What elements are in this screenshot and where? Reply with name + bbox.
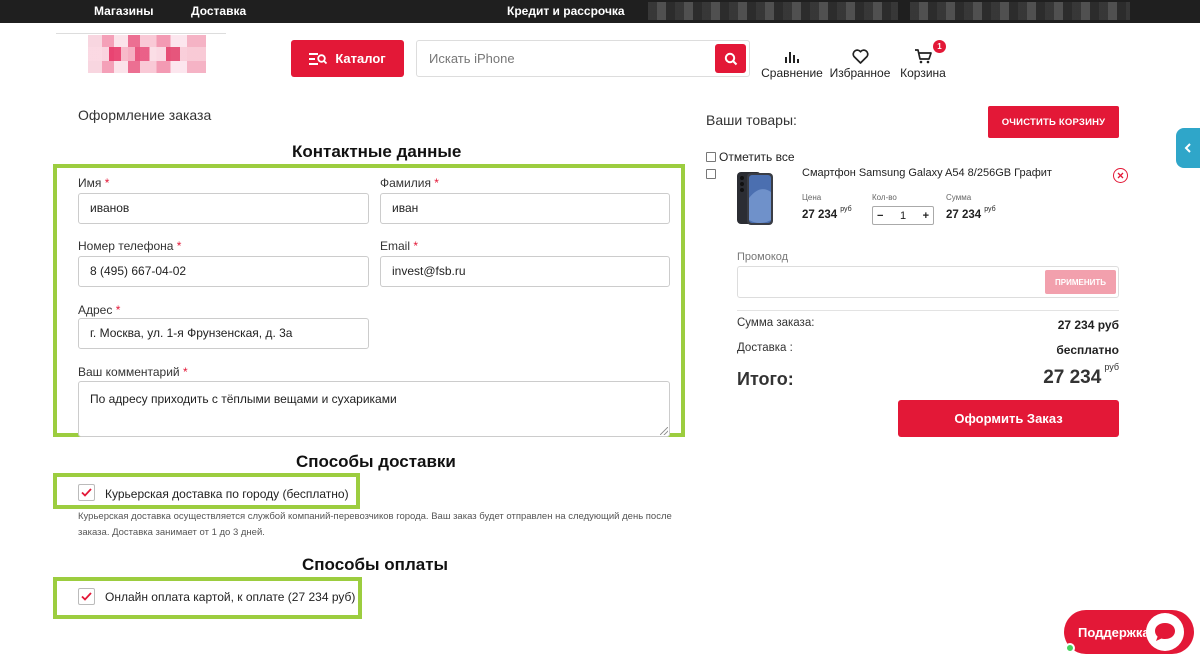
surname-field[interactable]: иван: [380, 193, 670, 224]
cart-link[interactable]: 1 Корзина: [898, 40, 948, 80]
promo-label: Промокод: [737, 251, 789, 263]
comment-text: По адресу приходить с тёплыми вещами и с…: [90, 392, 397, 406]
address-label: Адрес *: [78, 303, 121, 317]
order-sum-label: Сумма заказа:: [737, 317, 815, 329]
phone-label: Номер телефона *: [78, 239, 182, 253]
top-bar: Магазины Доставка Кредит и рассрочка: [0, 0, 1200, 23]
chevron-left-icon: [1184, 143, 1191, 153]
search-button[interactable]: [715, 44, 746, 73]
cart-title: Ваши товары:: [706, 112, 797, 128]
catalog-menu-icon: [309, 52, 328, 65]
compare-link[interactable]: Сравнение: [761, 46, 823, 80]
resize-handle-icon[interactable]: [660, 427, 668, 435]
compare-label: Сравнение: [761, 66, 823, 80]
delivery-cost-value: бесплатно: [1056, 343, 1119, 357]
cart-count-badge: 1: [933, 40, 946, 53]
support-label: Поддержка: [1078, 624, 1150, 640]
checkmark-icon: [81, 488, 92, 497]
checkout-button[interactable]: Оформить Заказ: [898, 400, 1119, 437]
increment-button[interactable]: +: [923, 210, 929, 222]
quantity-stepper: − 1 +: [872, 206, 934, 225]
page-title: Оформление заказа: [78, 107, 212, 123]
topbar-link-stores[interactable]: Магазины: [94, 4, 153, 18]
sum-value: 27 234 руб: [946, 206, 996, 221]
search-box: [416, 40, 750, 77]
delivery-cost-label: Доставка :: [737, 342, 793, 354]
select-all-checkbox[interactable]: [706, 152, 716, 162]
favorites-label: Избранное: [829, 66, 891, 80]
quantity-value[interactable]: 1: [900, 210, 906, 222]
checkmark-icon: [81, 592, 92, 601]
comment-textarea[interactable]: По адресу приходить с тёплыми вещами и с…: [78, 381, 670, 437]
price-value: 27 234 руб: [802, 206, 852, 221]
delivery-note: Курьерская доставка осуществляется служб…: [78, 511, 672, 538]
comment-label: Ваш комментарий *: [78, 365, 188, 379]
apply-promo-button[interactable]: ПРИМЕНИТЬ: [1045, 270, 1116, 294]
remove-item-button[interactable]: [1113, 168, 1128, 183]
chat-bubble-icon[interactable]: [1146, 613, 1184, 651]
search-icon: [724, 52, 737, 65]
sum-label: Сумма: [946, 193, 972, 202]
surname-label: Фамилия *: [380, 176, 439, 190]
cart-label: Корзина: [900, 66, 946, 80]
qty-label: Кол-во: [872, 193, 897, 202]
cart-icon: [915, 49, 932, 64]
heart-icon: [851, 49, 869, 64]
total-value: 27 234руб: [1043, 361, 1119, 388]
product-image[interactable]: [733, 170, 775, 227]
store-logo-blurred[interactable]: [88, 35, 206, 73]
select-all-label[interactable]: Отметить все: [719, 150, 795, 164]
catalog-button[interactable]: Каталог: [291, 40, 404, 77]
catalog-label: Каталог: [335, 51, 386, 66]
online-status-indicator: [1065, 643, 1075, 653]
delivery-section-title: Способы доставки: [296, 452, 456, 471]
total-label: Итого:: [737, 369, 794, 389]
address-field[interactable]: г. Москва, ул. 1-я Фрунзенская, д. 3а: [78, 318, 369, 349]
blurred-region: [910, 2, 1130, 20]
order-sum-value: 27 234 руб: [1057, 318, 1119, 332]
name-label: Имя *: [78, 176, 110, 190]
contact-section-title: Контактные данные: [292, 142, 462, 161]
decrement-button[interactable]: −: [877, 210, 883, 222]
compare-chart-icon: [785, 52, 799, 63]
favorites-link[interactable]: Избранное: [828, 46, 892, 80]
item-checkbox[interactable]: [706, 169, 716, 179]
phone-field[interactable]: 8 (495) 667-04-02: [78, 256, 369, 287]
blurred-region: [648, 2, 898, 20]
clear-cart-button[interactable]: ОЧИСТИТЬ КОРЗИНУ: [988, 106, 1119, 138]
payment-option-label[interactable]: Онлайн оплата картой, к оплате (27 234 р…: [105, 590, 355, 604]
close-icon: [1117, 172, 1124, 179]
delivery-option-label[interactable]: Курьерская доставка по городу (бесплатно…: [105, 487, 349, 501]
topbar-link-credit[interactable]: Кредит и рассрочка: [507, 4, 625, 18]
name-field[interactable]: иванов: [78, 193, 369, 224]
product-name[interactable]: Смартфон Samsung Galaxy A54 8/256GB Граф…: [802, 167, 1052, 179]
payment-checkbox[interactable]: [78, 588, 95, 605]
search-input[interactable]: [417, 41, 713, 76]
side-panel-tab[interactable]: [1176, 128, 1200, 168]
topbar-link-delivery[interactable]: Доставка: [191, 4, 246, 18]
email-field[interactable]: invest@fsb.ru: [380, 256, 670, 287]
delivery-checkbox[interactable]: [78, 484, 95, 501]
payment-section-title: Способы оплаты: [302, 555, 449, 574]
divider: [56, 33, 226, 34]
price-label: Цена: [802, 193, 822, 202]
divider: [737, 310, 1119, 311]
email-label: Email *: [380, 239, 419, 253]
